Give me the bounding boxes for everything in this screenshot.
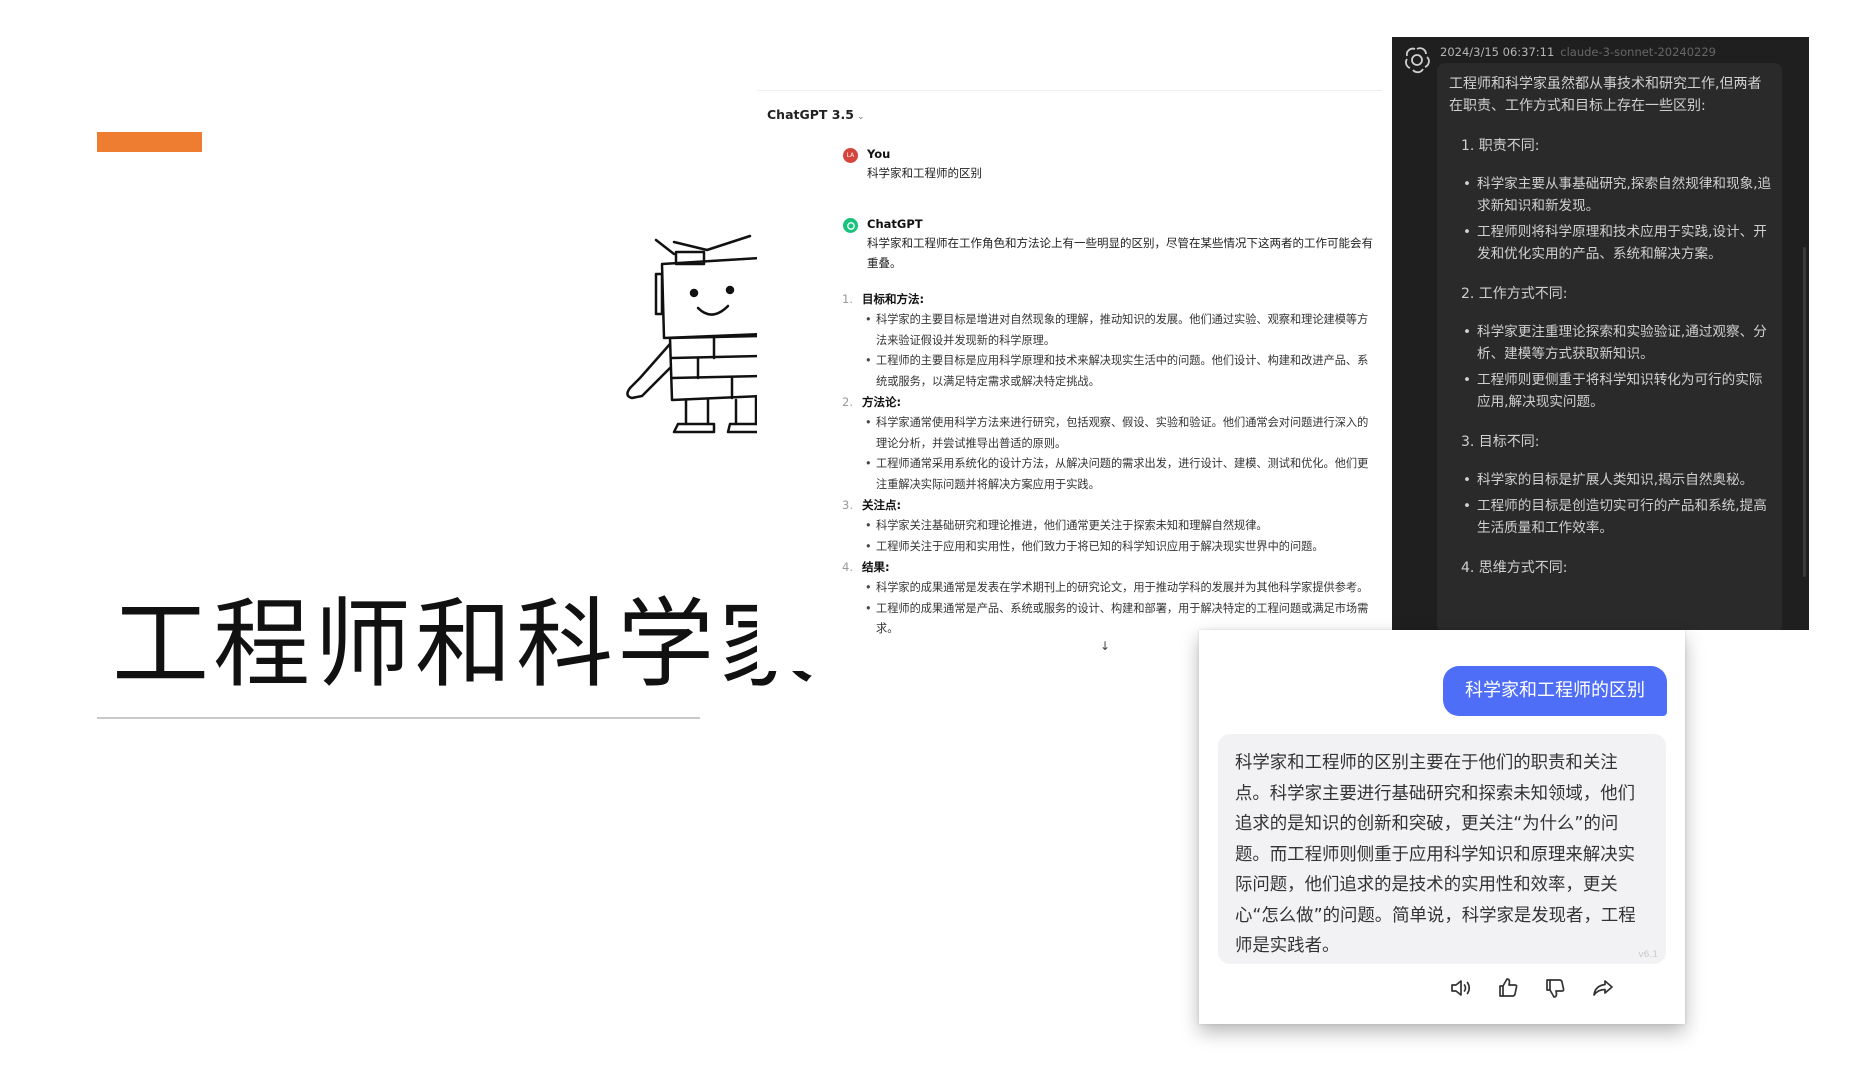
section-title: 4. 思维方式不同: [1461,560,1568,576]
list-item: 工程师关注于应用和实用性，他们致力于将已知的科学知识应用于解决现实世界中的问题。 [852,537,1374,558]
section-3: 3.关注点: 科学家关注基础研究和理论推进，他们通常更关注于探索未知和理解自然规… [842,495,1374,558]
assistant-intro: 科学家和工程师在工作角色和方法论上有一些明显的区别，尽管在某些情况下这两者的工作… [867,236,1373,270]
openai-logo-icon [846,221,855,230]
version-label: v6.1 [1638,950,1658,960]
list-item: 科学家通常使用科学方法来进行研究，包括观察、假设、实验和验证。他们通常会对问题进… [852,413,1374,454]
section-title: 关注点 [862,498,897,512]
claude-chat-panel: 2024/3/15 06:37:11 claude-3-sonnet-202402… [1392,37,1809,630]
section-title: 1. 职责不同: [1461,138,1540,154]
assistant-name: ChatGPT [867,217,923,231]
model-name: claude-3-sonnet-20240229 [1560,45,1716,59]
chatgpt-avatar [843,218,858,233]
arrow-down-icon[interactable]: ↓ [1100,639,1110,653]
accent-bar [97,132,202,152]
user-message: 科学家和工程师的区别 [867,166,982,180]
share-icon[interactable] [1588,973,1618,1003]
assistant-reply-bubble: 科学家和工程师的区别主要在于他们的职责和关注点。科学家主要进行基础研究和探索未知… [1218,734,1666,964]
assistant-message: 工程师和科学家虽然都从事技术和研究工作,但两者在职责、工作方式和目标上存在一些区… [1437,63,1782,630]
openai-logo-icon [1405,47,1430,74]
list-item: 工程师的主要目标是应用科学原理和技术来解决现实生活中的问题。他们设计、构建和改进… [852,351,1374,392]
speaker-icon[interactable] [1446,973,1476,1003]
section-title: 目标和方法 [862,292,920,306]
section-4: 4.结果: 科学家的成果通常是发表在学术期刊上的研究论文，用于推动学科的发展并为… [842,557,1374,640]
section-title: 方法论 [862,395,897,409]
list-item: 工程师通常采用系统化的设计方法，从解决问题的需求出发，进行设计、建模、测试和优化… [852,454,1374,495]
list-item: 科学家关注基础研究和理论推进，他们通常更关注于探索未知和理解自然规律。 [852,516,1374,537]
section-title: 结果 [862,560,885,574]
chat-card: 科学家和工程师的区别 科学家和工程师的区别主要在于他们的职责和关注点。科学家主要… [1199,630,1685,1024]
user-message-bubble: 科学家和工程师的区别 [1443,666,1667,716]
section-title: 3. 目标不同: [1461,434,1540,450]
message-meta: 2024/3/15 06:37:11 claude-3-sonnet-202402… [1440,45,1716,59]
section-title: 2. 工作方式不同: [1461,286,1568,302]
chatgpt-screenshot: ChatGPT 3.5 ⌄ LA You 科学家和工程师的区别 ChatGPT 科… [757,90,1382,671]
list-item: 工程师则将科学原理和技术应用于实践,设计、开发和优化实用的产品、系统和解决方案。 [1449,221,1774,265]
list-item: 科学家更注重理论探索和实验验证,通过观察、分析、建模等方式获取新知识。 [1449,321,1774,365]
timestamp: 2024/3/15 06:37:11 [1440,45,1555,59]
list-item: 工程师的目标是创造切实可行的产品和系统,提高生活质量和工作效率。 [1449,495,1774,539]
list-item: 科学家的主要目标是增进对自然现象的理解，推动知识的发展。他们通过实验、观察和理论… [852,310,1374,351]
scrollbar[interactable] [1803,247,1806,577]
chevron-down-icon: ⌄ [856,112,865,122]
list-item: 科学家的目标是扩展人类知识,揭示自然奥秘。 [1449,469,1774,491]
thumbs-down-icon[interactable] [1540,973,1570,1003]
message-intro: 工程师和科学家虽然都从事技术和研究工作,但两者在职责、工作方式和目标上存在一些区… [1449,76,1762,114]
model-selector[interactable]: ChatGPT 3.5 ⌄ [767,107,864,122]
title-underline [97,717,700,719]
reply-text: 科学家和工程师的区别主要在于他们的职责和关注点。科学家主要进行基础研究和探索未知… [1235,753,1636,956]
assistant-sections: 1.目标和方法: 科学家的主要目标是增进对自然现象的理解，推动知识的发展。他们通… [842,289,1374,640]
list-item: 科学家主要从事基础研究,探索自然规律和现象,追求新知识和新发现。 [1449,173,1774,217]
user-name: You [867,147,891,161]
list-item: 科学家的成果通常是发表在学术期刊上的研究论文，用于推动学科的发展并为其他科学家提… [852,578,1374,599]
slide-title: 工程师和科学家 [112,588,819,701]
section-2: 2.方法论: 科学家通常使用科学方法来进行研究，包括观察、假设、实验和验证。他们… [842,392,1374,495]
user-avatar: LA [843,148,858,163]
thumbs-up-icon[interactable] [1493,973,1523,1003]
list-item: 工程师则更侧重于将科学知识转化为可行的实际应用,解决现实问题。 [1449,369,1774,413]
section-1: 1.目标和方法: 科学家的主要目标是增进对自然现象的理解，推动知识的发展。他们通… [842,289,1374,392]
